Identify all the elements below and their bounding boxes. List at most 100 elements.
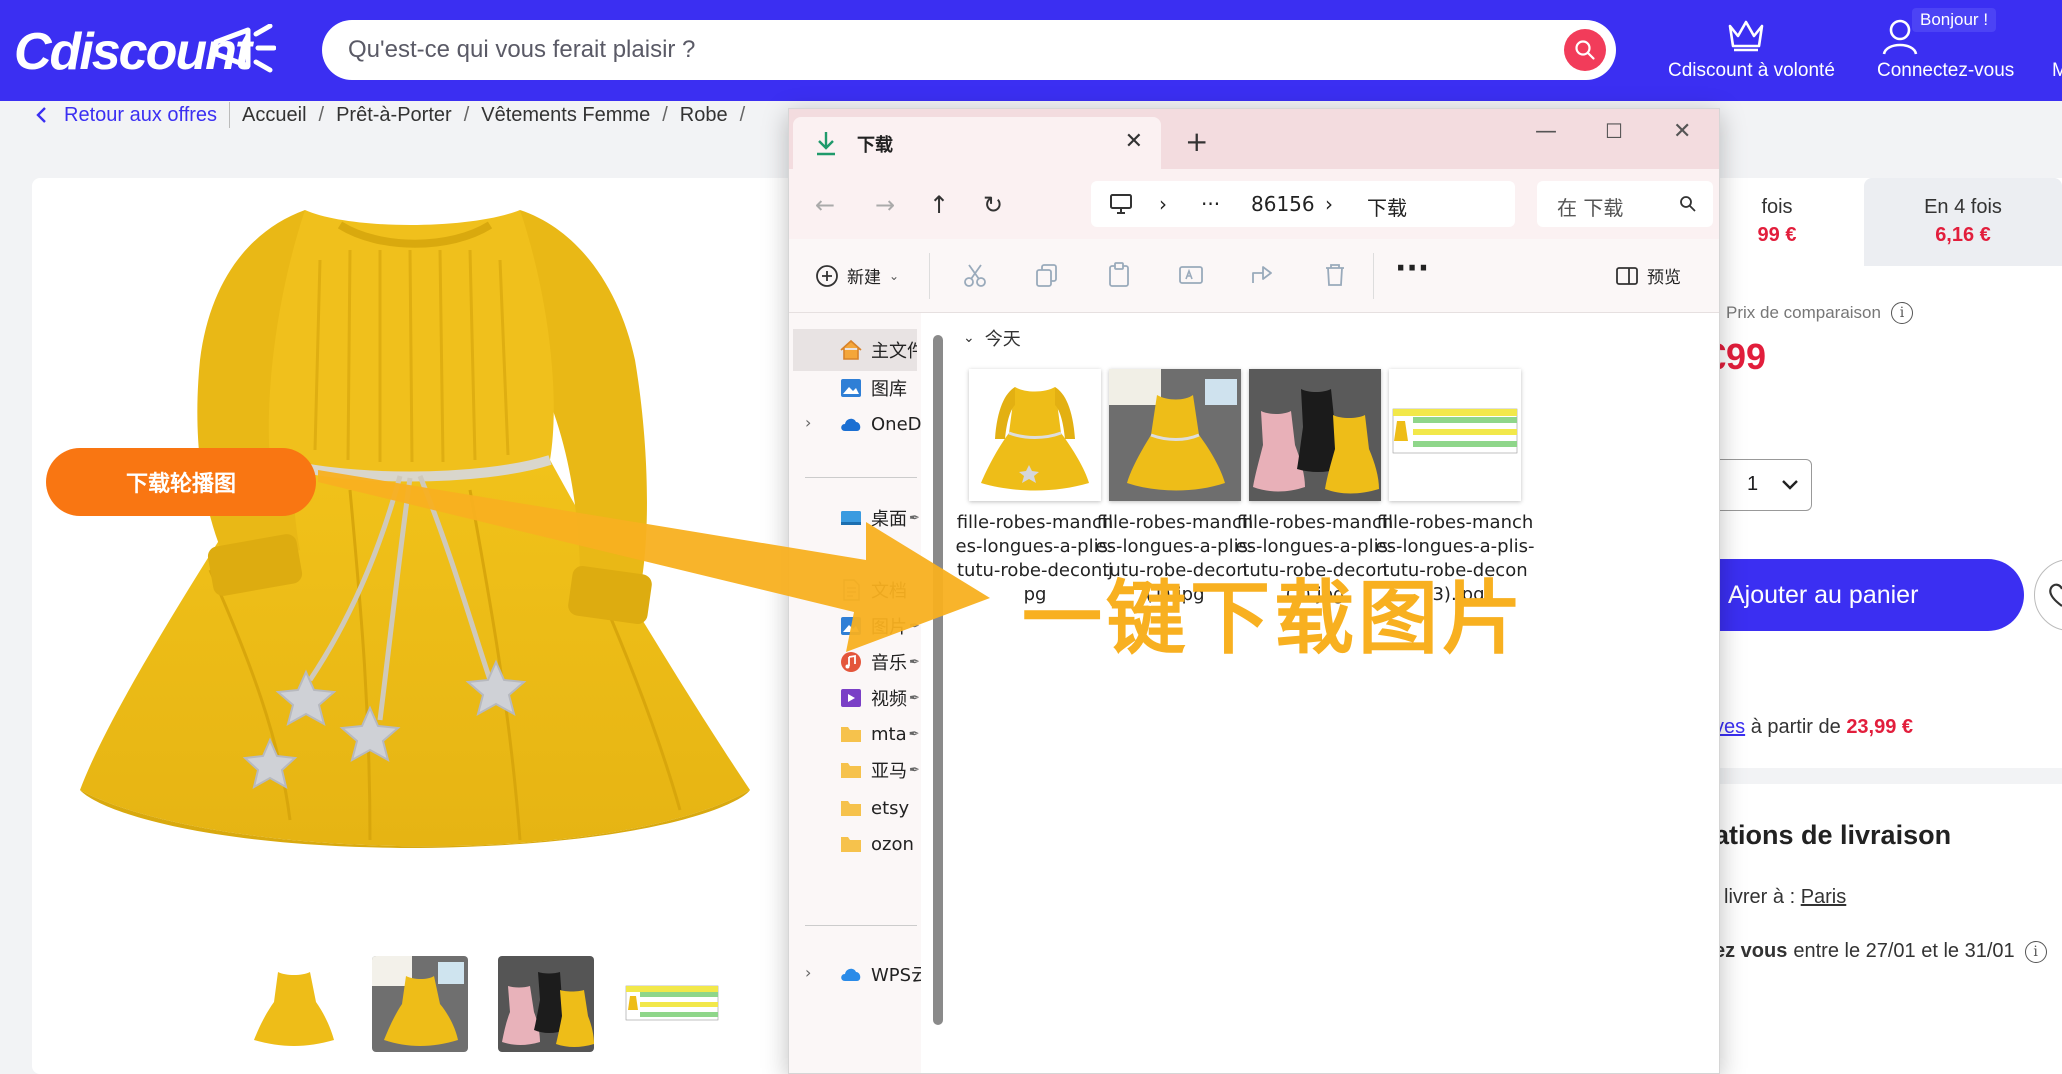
dress-thumbnail-image (246, 956, 342, 1052)
sidebar-item-wps-cloud[interactable]: › WPS云 (789, 953, 921, 995)
gallery-icon (841, 379, 861, 397)
search-button[interactable] (1564, 29, 1606, 71)
chevron-left-icon (36, 107, 46, 123)
search-bar (322, 20, 1616, 80)
folder-icon (841, 837, 861, 852)
chevron-right-icon: › (1325, 192, 1333, 216)
sidebar-item-home[interactable]: 主文件夹 (793, 329, 917, 371)
folder-icon (841, 801, 861, 816)
explorer-titlebar: 下载 ✕ + — ☐ ✕ (789, 109, 1719, 169)
rename-icon[interactable] (1177, 261, 1205, 289)
up-arrow-icon[interactable]: ↑ (929, 191, 949, 219)
chevron-down-icon (1782, 480, 1798, 490)
group-header-today[interactable]: ⌄ 今天 (963, 325, 1021, 351)
dress-thumbnail-image (969, 369, 1101, 501)
minimize-button[interactable]: — (1535, 119, 1557, 144)
preview-pane-icon (1616, 266, 1638, 285)
chevron-down-icon: ⌄ (889, 268, 900, 283)
pin-icon: ✒ (909, 618, 920, 634)
pay-option-tab-4x[interactable]: En 4 fois 6,16 € (1864, 178, 2062, 266)
sidebar-item-folder[interactable]: 亚马 ✒ (789, 749, 921, 791)
toolbar-divider (929, 253, 930, 299)
delivery-date-line: ez vous entre le 27/01 et le 31/01 i (1714, 940, 2047, 963)
more-options-button[interactable]: ··· (1395, 251, 1429, 286)
chevron-down-icon: ⌄ (963, 330, 975, 346)
wps-cloud-icon (841, 968, 861, 981)
comparison-price-label: Prix de comparaison i (1726, 302, 1913, 324)
address-more[interactable]: ··· (1201, 192, 1220, 216)
other-offers-line: ves à partir de 23,99 € (1714, 716, 1914, 738)
sidebar-item-desktop[interactable]: 桌面 ✒ (789, 497, 921, 539)
file-thumbnail (969, 369, 1101, 501)
download-carousel-button[interactable]: 下载轮播图 (46, 448, 316, 516)
back-arrow-icon[interactable]: ← (815, 191, 835, 219)
sidebar-item-onedrive[interactable]: › OneDrive (789, 403, 921, 445)
add-to-cart-button[interactable]: Ajouter au panier (1690, 559, 2024, 631)
pictures-icon (841, 617, 861, 635)
dress-thumbnail-image (372, 956, 468, 1052)
address-segment[interactable]: 下载 (1367, 192, 1407, 221)
preview-pane-button[interactable]: 预览 (1615, 263, 1681, 288)
new-button[interactable]: 新建 ⌄ (815, 263, 899, 288)
toolbar-divider (1373, 253, 1374, 299)
cloud-icon (841, 418, 861, 431)
music-icon (841, 652, 861, 672)
document-icon (843, 579, 860, 601)
pin-icon: ✒ (909, 510, 920, 526)
delete-icon[interactable] (1321, 261, 1349, 289)
size-chart-thumbnail-image (624, 956, 720, 1052)
crown-icon (1728, 20, 1764, 52)
dress-thumbnail-image (1249, 369, 1381, 501)
copy-icon[interactable] (1033, 261, 1061, 289)
heart-icon (2049, 583, 2062, 607)
site-header: Cdiscount Cdiscount à volonté Connectez-… (0, 0, 2062, 101)
computer-icon (1110, 194, 1132, 214)
explorer-sidebar: 主文件夹 图库 › OneDrive 桌面 ✒ (789, 313, 921, 1073)
file-thumbnail (1109, 369, 1241, 501)
sidebar-item-folder[interactable]: ozon (789, 823, 921, 865)
explorer-file-area: ⌄ 今天 fille-robes-manches-longues-a-plis-… (951, 313, 1719, 1073)
search-input[interactable] (348, 20, 1528, 80)
close-window-button[interactable]: ✕ (1673, 119, 1691, 144)
explorer-toolbar: 新建 ⌄ ··· 预览 (789, 239, 1719, 313)
explorer-tab[interactable]: 下载 ✕ (793, 117, 1161, 169)
chevron-right-icon: › (805, 413, 812, 432)
address-bar[interactable]: › ··· 86156 › 下载 (1091, 181, 1515, 227)
forward-arrow-icon[interactable]: → (875, 191, 895, 219)
new-tab-button[interactable]: + (1185, 125, 1208, 158)
folder-icon (841, 763, 861, 778)
pin-icon: ✒ (909, 762, 920, 778)
sidebar-scrollbar[interactable] (933, 335, 943, 1025)
explorer-search-box[interactable]: 在 下载 (1537, 181, 1713, 227)
share-icon[interactable] (1249, 261, 1277, 289)
search-icon (1575, 40, 1595, 60)
address-segment[interactable]: 86156 (1251, 192, 1315, 216)
bonjour-badge: Bonjour ! (1912, 8, 1997, 32)
folder-icon (841, 727, 861, 742)
paste-icon[interactable] (1105, 261, 1133, 289)
pay-option-tab[interactable]: fois 99 € (1700, 178, 1854, 266)
product-thumbnail[interactable] (624, 956, 720, 1052)
desktop-icon (841, 511, 861, 525)
sidebar-separator (805, 925, 917, 926)
delivery-title: ations de livraison (1714, 820, 1952, 850)
dress-thumbnail-image (498, 956, 594, 1052)
refresh-icon[interactable]: ↻ (983, 191, 1003, 219)
file-thumbnail (1389, 369, 1521, 501)
delivery-city-line: livrer à : Paris (1724, 886, 1847, 908)
info-icon[interactable]: i (1890, 302, 1913, 324)
home-icon (840, 339, 862, 360)
cut-icon[interactable] (961, 261, 989, 289)
maximize-button[interactable]: ☐ (1605, 119, 1623, 143)
pin-icon: ✒ (909, 654, 920, 670)
delivery-city-link[interactable]: Paris (1801, 886, 1847, 908)
explorer-navbar: ← → ↑ ↻ › ··· 86156 › 下载 在 下载 (789, 169, 1719, 239)
download-icon (817, 132, 835, 156)
close-tab-icon[interactable]: ✕ (1125, 129, 1143, 154)
product-thumbnail[interactable] (498, 956, 594, 1052)
product-thumbnail[interactable] (246, 956, 342, 1052)
chevron-right-icon: › (805, 963, 812, 982)
dress-thumbnail-image (1109, 369, 1241, 501)
info-icon[interactable]: i (2024, 940, 2047, 963)
product-thumbnail[interactable] (372, 956, 468, 1052)
